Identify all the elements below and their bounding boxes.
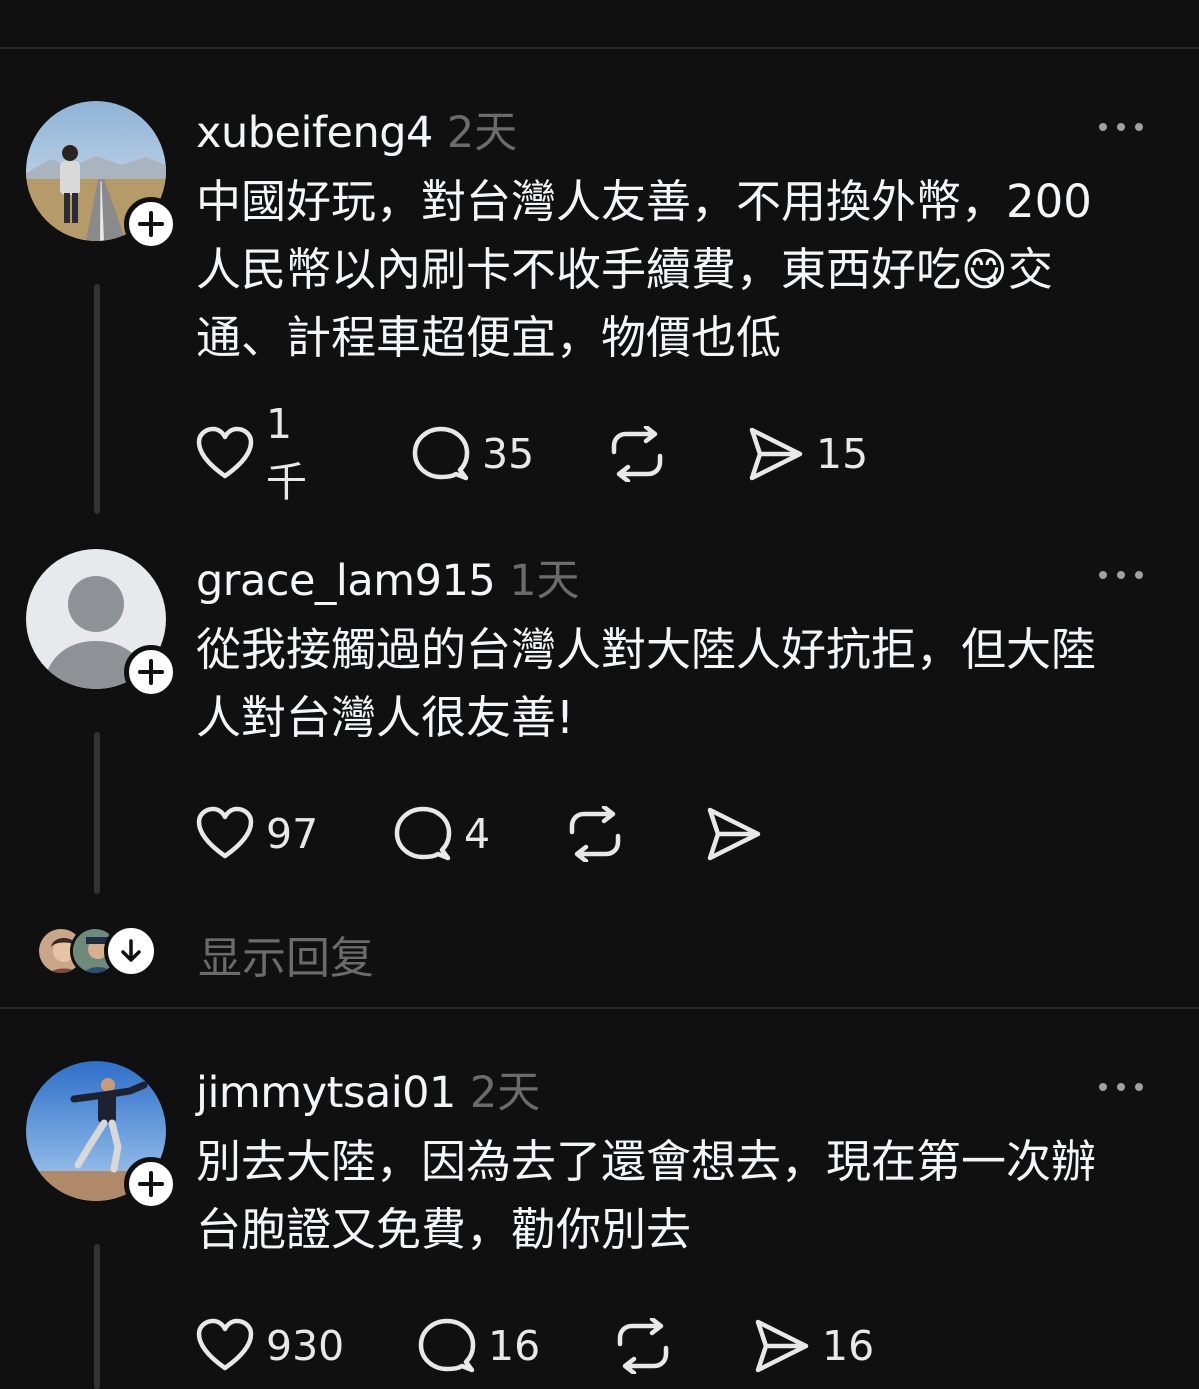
comment-bubble-icon — [418, 1318, 476, 1373]
share-button[interactable]: 15 — [746, 424, 868, 484]
send-icon — [755, 1319, 809, 1373]
repost-button[interactable] — [566, 804, 624, 864]
more-dots-icon[interactable] — [1096, 1077, 1146, 1097]
like-button[interactable]: 1千 — [196, 400, 307, 506]
username[interactable]: grace_lam915 — [196, 556, 496, 606]
more-dots-icon[interactable] — [1096, 117, 1146, 137]
plus-icon — [138, 211, 164, 237]
repost-icon — [569, 806, 621, 862]
plus-icon — [138, 1171, 164, 1197]
comment-count: 4 — [464, 810, 491, 858]
post-text: 別去大陸，因為去了還會想去，現在第一次辦 台胞證又免費，勸你別去 — [196, 1135, 1097, 1256]
like-button[interactable]: 97 — [196, 804, 318, 864]
username[interactable]: jimmytsai01 — [196, 1068, 456, 1118]
heart-icon — [196, 426, 254, 479]
send-icon — [707, 807, 761, 861]
section-divider — [0, 1007, 1199, 1009]
arrow-down-icon — [121, 939, 141, 962]
timestamp: 1天 — [509, 556, 580, 606]
more-dots-icon[interactable] — [1096, 565, 1146, 585]
comment-bubble-icon — [394, 806, 452, 861]
avatar[interactable] — [26, 549, 178, 699]
thread-line — [94, 732, 100, 894]
heart-icon — [196, 806, 254, 859]
post-header: xubeifeng4 2天 — [196, 98, 517, 160]
like-count: 1千 — [266, 400, 307, 506]
thread-line — [94, 1244, 100, 1389]
username[interactable]: xubeifeng4 — [196, 108, 433, 158]
thread-line — [94, 284, 100, 514]
follow-button[interactable] — [124, 197, 178, 251]
send-icon — [749, 427, 803, 481]
repost-icon — [611, 426, 663, 482]
plus-icon — [138, 659, 164, 685]
like-count: 930 — [266, 1322, 345, 1370]
like-button[interactable]: 930 — [196, 1316, 344, 1376]
repost-button[interactable] — [614, 1316, 672, 1376]
avatar[interactable] — [26, 101, 178, 251]
comment-button[interactable]: 35 — [412, 424, 534, 484]
top-divider — [0, 47, 1199, 49]
comment-count: 16 — [488, 1322, 541, 1370]
share-count: 15 — [816, 430, 869, 478]
repost-icon — [617, 1318, 669, 1374]
like-count: 97 — [266, 810, 319, 858]
post-header: jimmytsai01 2天 — [196, 1058, 540, 1120]
post-text: 中國好玩，對台灣人友善，不用換外幣，200 人民幣以內刷卡不收手續費，東西好吃😋… — [196, 175, 1092, 364]
expand-replies[interactable] — [104, 924, 158, 978]
share-button[interactable]: 16 — [752, 1316, 874, 1376]
comment-count: 35 — [482, 430, 535, 478]
share-count: 16 — [822, 1322, 875, 1370]
post-header: grace_lam915 1天 — [196, 546, 580, 608]
comment-bubble-icon — [412, 426, 470, 481]
comment-button[interactable]: 16 — [418, 1316, 540, 1376]
post-text: 從我接觸過的台灣人對大陸人好抗拒，但大陸 人對台灣人很友善! — [196, 623, 1097, 744]
repost-button[interactable] — [608, 424, 666, 484]
avatar[interactable] — [26, 1061, 178, 1211]
follow-button[interactable] — [124, 645, 178, 699]
timestamp: 2天 — [469, 1068, 541, 1118]
follow-button[interactable] — [124, 1157, 178, 1211]
show-replies-label: 显示回复 — [198, 933, 374, 984]
share-button[interactable] — [704, 804, 762, 864]
heart-icon — [196, 1318, 254, 1371]
comment-button[interactable]: 4 — [394, 804, 490, 864]
timestamp: 2天 — [446, 108, 518, 158]
